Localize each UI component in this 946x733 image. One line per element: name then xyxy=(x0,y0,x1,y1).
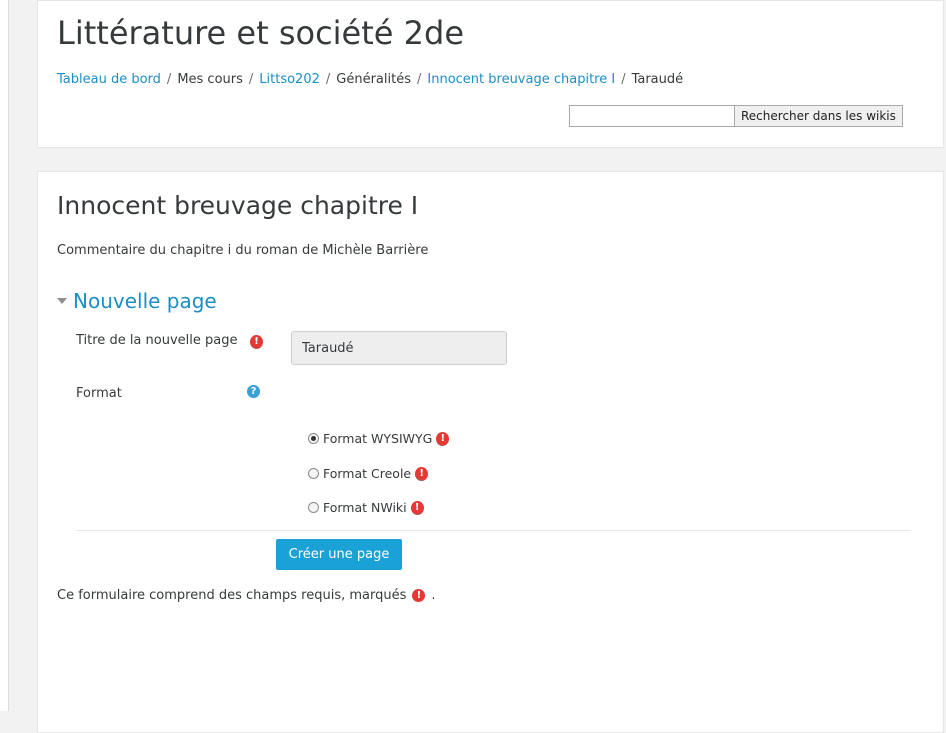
format-label: Format xyxy=(76,386,122,401)
required-icon: ! xyxy=(412,589,426,602)
breadcrumb-item-my-courses: Mes cours xyxy=(177,72,243,87)
radio-button[interactable] xyxy=(308,433,319,444)
new-page-section-toggle[interactable]: Nouvelle page xyxy=(57,289,217,313)
main-content: Innocent breuvage chapitre I Commentaire… xyxy=(37,171,944,733)
format-option-label: Format NWiki xyxy=(323,500,407,515)
breadcrumb-separator: / xyxy=(621,72,626,87)
breadcrumb: Tableau de bord / Mes cours / Littso202 / Géné… xyxy=(57,72,683,87)
help-icon[interactable]: ? xyxy=(247,385,260,398)
format-option-wysiwyg[interactable]: Format WYSIWYG ! xyxy=(308,431,450,446)
breadcrumb-item-course[interactable]: Littso202 xyxy=(259,72,320,87)
format-option-label: Format WYSIWYG xyxy=(323,431,433,446)
required-note-text: Ce formulaire comprend des champs requis… xyxy=(57,588,407,603)
radio-button[interactable] xyxy=(308,502,319,513)
required-icon: ! xyxy=(436,431,450,446)
page-title-input[interactable] xyxy=(291,331,507,365)
breadcrumb-item-current-page: Taraudé xyxy=(631,72,684,87)
breadcrumb-item-wiki[interactable]: Innocent breuvage chapitre I xyxy=(427,72,615,87)
wiki-search-button[interactable]: Rechercher dans les wikis xyxy=(734,105,903,127)
left-drawer-edge xyxy=(0,0,9,711)
format-option-nwiki[interactable]: Format NWiki ! xyxy=(308,500,424,515)
required-icon: ! xyxy=(415,466,429,481)
breadcrumb-item-dashboard[interactable]: Tableau de bord xyxy=(57,72,161,87)
wiki-search-input[interactable] xyxy=(569,105,734,127)
format-option-label: Format Creole xyxy=(323,466,412,481)
wiki-title: Innocent breuvage chapitre I xyxy=(57,191,419,220)
breadcrumb-separator: / xyxy=(248,72,254,87)
wiki-search-form: Rechercher dans les wikis xyxy=(569,105,903,127)
caret-down-icon xyxy=(57,297,67,304)
page-header: Littérature et société 2de Tableau de bo… xyxy=(37,0,944,148)
required-note-end: . xyxy=(431,588,436,603)
wiki-description: Commentaire du chapitre i du roman de Mi… xyxy=(57,243,429,258)
breadcrumb-item-section: Généralités xyxy=(336,72,411,87)
breadcrumb-separator: / xyxy=(325,72,331,87)
required-fields-note: Ce formulaire comprend des champs requis… xyxy=(57,588,436,603)
required-icon: ! xyxy=(410,500,424,515)
required-icon: ! xyxy=(250,335,263,349)
radio-button[interactable] xyxy=(308,468,319,479)
breadcrumb-separator: / xyxy=(416,72,422,87)
create-page-button[interactable]: Créer une page xyxy=(276,539,402,570)
page-title-label: Titre de la nouvelle page xyxy=(76,333,238,348)
section-legend: Nouvelle page xyxy=(73,289,217,313)
course-title: Littérature et société 2de xyxy=(57,14,464,52)
breadcrumb-separator: / xyxy=(166,72,172,87)
form-divider xyxy=(76,530,911,531)
format-option-creole[interactable]: Format Creole ! xyxy=(308,466,429,481)
